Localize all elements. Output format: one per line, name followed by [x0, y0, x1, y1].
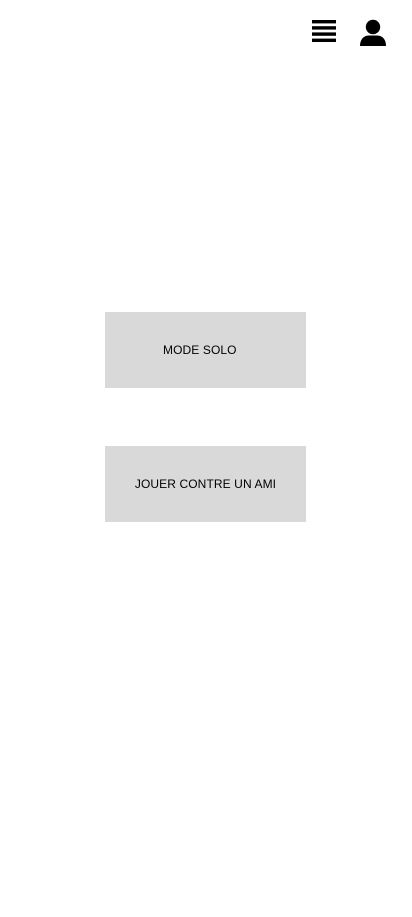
profile-button[interactable]: [358, 18, 388, 48]
play-vs-friend-label: JOUER CONTRE UN AMI: [134, 477, 277, 491]
user-icon: [360, 19, 386, 46]
solo-mode-button[interactable]: MODE SOLO: [105, 312, 306, 388]
solo-mode-label: MODE SOLO: [163, 343, 237, 357]
home-screen: MODE SOLO JOUER CONTRE UN AMI: [0, 0, 412, 917]
list-menu-icon: [312, 20, 336, 42]
menu-button[interactable]: [311, 19, 337, 45]
play-vs-friend-button[interactable]: JOUER CONTRE UN AMI: [105, 446, 306, 522]
